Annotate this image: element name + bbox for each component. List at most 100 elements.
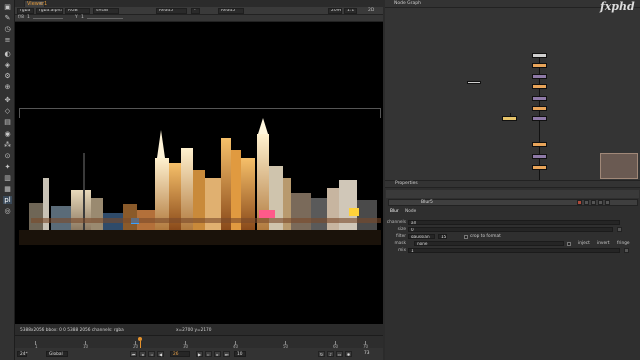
node-grade-2[interactable]	[532, 154, 547, 159]
filter-label: filter	[396, 234, 406, 239]
tool-palette: ▣ ✎ ◷ ≡ ◐ ◈ ⚙ ⊕ ✥ ◇ ▤ ◉ ⁂ ⊙ ✦ ▥ ▦ pl ◎	[0, 0, 15, 360]
audio-icon[interactable]: ♪	[327, 351, 334, 357]
node-grade[interactable]	[532, 74, 547, 79]
crop-to-format-checkbox[interactable]	[464, 235, 468, 239]
node-transform[interactable]	[532, 63, 547, 68]
node-merge[interactable]	[532, 116, 547, 121]
channel-icon[interactable]: ≡	[3, 36, 12, 44]
inject-label: inject	[578, 241, 590, 246]
last-frame-icon[interactable]: ⏭	[223, 351, 230, 357]
city-night-image	[19, 118, 381, 245]
merge-icon[interactable]: ⊕	[3, 83, 12, 91]
colorspace-select[interactable]: RGB	[65, 8, 90, 14]
filter-icon[interactable]: ◈	[3, 61, 12, 69]
range-select[interactable]: Global	[46, 351, 68, 357]
first-frame-icon[interactable]: ⏮	[130, 351, 137, 357]
quality-field[interactable]: 15	[438, 234, 447, 239]
loop-icon[interactable]: ↻	[318, 351, 325, 357]
gain-value[interactable]: 1	[27, 15, 30, 21]
mode-select[interactable]: 2D	[368, 8, 374, 14]
keyer-icon[interactable]: ⚙	[3, 72, 12, 80]
proxy-select[interactable]: 2096	[328, 8, 342, 14]
zoom-select[interactable]: 1:1	[344, 8, 357, 14]
node-crop[interactable]	[532, 106, 547, 111]
input-a-select[interactable]: Read5	[156, 8, 187, 14]
furnace-icon[interactable]: ▥	[3, 174, 12, 182]
prev-frame-icon[interactable]: ◃	[148, 351, 155, 357]
prev-key-icon[interactable]: ◂	[139, 351, 146, 357]
particles-icon[interactable]: ⁂	[3, 141, 12, 149]
channels-select[interactable]: all	[408, 220, 620, 225]
tab-properties[interactable]: Properties	[395, 181, 418, 187]
toolsets-icon[interactable]: ⊙	[3, 152, 12, 160]
tab-node[interactable]: Node	[405, 209, 416, 214]
node-backdrop[interactable]	[467, 81, 481, 84]
inject-checkbox[interactable]	[567, 242, 571, 246]
play-backward-icon[interactable]: ◀	[157, 351, 164, 357]
gain-label: f/8	[18, 15, 24, 20]
draw-icon[interactable]: ✎	[3, 14, 12, 22]
playhead-line	[140, 341, 141, 348]
views-icon[interactable]: ▤	[3, 118, 12, 126]
size-label: size	[397, 227, 406, 232]
gamma-slider[interactable]	[87, 18, 123, 19]
fps-field[interactable]: 24*	[17, 351, 28, 357]
mask-select[interactable]: none	[414, 241, 564, 246]
filter-select[interactable]: gaussian	[408, 234, 435, 239]
crop-to-format-label: crop to format	[470, 234, 501, 239]
node-blur-2[interactable]	[532, 165, 547, 170]
flipbook-icon[interactable]: ▭	[336, 351, 343, 357]
metadata-icon[interactable]: ◉	[3, 130, 12, 138]
node-graph-minimap[interactable]	[600, 153, 638, 179]
node-name-label[interactable]: Blur5	[421, 200, 433, 206]
input-b-select[interactable]: Read5	[218, 8, 244, 14]
mix-animation-icon[interactable]	[624, 248, 629, 253]
transform-icon[interactable]: ✥	[3, 96, 12, 104]
lut-select[interactable]: sRGB	[93, 8, 119, 14]
settings-icon[interactable]: ◎	[3, 207, 12, 215]
tab-node-graph[interactable]: Node Graph	[394, 1, 421, 7]
fxphd-logo: fxphd	[600, 0, 635, 13]
fringe-label: fringe	[617, 241, 630, 246]
help-icon[interactable]	[584, 200, 589, 205]
timeline[interactable]: 1 10 20 30 40 50 60 70	[15, 335, 383, 349]
gain-slider[interactable]	[33, 18, 63, 19]
compare-select[interactable]: -	[191, 8, 200, 14]
gamma-value[interactable]: 1	[81, 15, 84, 21]
current-frame-field[interactable]: 26	[170, 351, 190, 357]
play-forward-icon[interactable]: ▶	[196, 351, 203, 357]
node-read[interactable]	[532, 53, 547, 58]
other-icon[interactable]: ✦	[3, 163, 12, 171]
float-icon[interactable]	[598, 200, 603, 205]
node-color-icon[interactable]	[577, 200, 582, 205]
node-colorcorrect[interactable]	[532, 96, 547, 101]
next-frame-icon[interactable]: ▹	[205, 351, 212, 357]
node-blur[interactable]	[532, 84, 547, 89]
mix-field[interactable]: 1	[408, 248, 620, 253]
3d-icon[interactable]: ◇	[3, 107, 12, 115]
gamma-label: Y	[75, 15, 78, 20]
increment-field[interactable]: 10	[234, 351, 246, 357]
tab-blur[interactable]: Blur	[390, 209, 399, 214]
channel-layer-select[interactable]: rgba.alpha	[36, 8, 63, 14]
animation-menu-icon[interactable]	[617, 227, 622, 232]
close-panel-icon[interactable]	[605, 200, 610, 205]
viewer-gain-bar: f/8 1 Y 1	[15, 15, 383, 22]
node-dot[interactable]	[502, 116, 517, 121]
python-icon[interactable]: pl	[3, 196, 12, 204]
settings-small-icon[interactable]: ✱	[345, 351, 352, 357]
size-field[interactable]: 0	[408, 227, 613, 232]
node-reformat[interactable]	[532, 142, 547, 147]
ofx-icon[interactable]: ▦	[3, 185, 12, 193]
next-key-icon[interactable]: ▸	[214, 351, 221, 357]
image-icon[interactable]: ▣	[3, 3, 12, 11]
channels-label: channels	[386, 220, 406, 225]
mix-label: mix	[398, 248, 406, 253]
revert-icon[interactable]	[591, 200, 596, 205]
channels-select[interactable]: rgba	[17, 8, 34, 14]
tab-viewer[interactable]: Viewer1 ×	[24, 0, 47, 7]
time-icon[interactable]: ◷	[3, 25, 12, 33]
viewer-controls-bar: rgba rgba.alpha RGB sRGB Read5 - Read5 2…	[15, 7, 383, 15]
end-frame-field[interactable]: 73	[362, 351, 376, 357]
color-icon[interactable]: ◐	[3, 50, 12, 58]
